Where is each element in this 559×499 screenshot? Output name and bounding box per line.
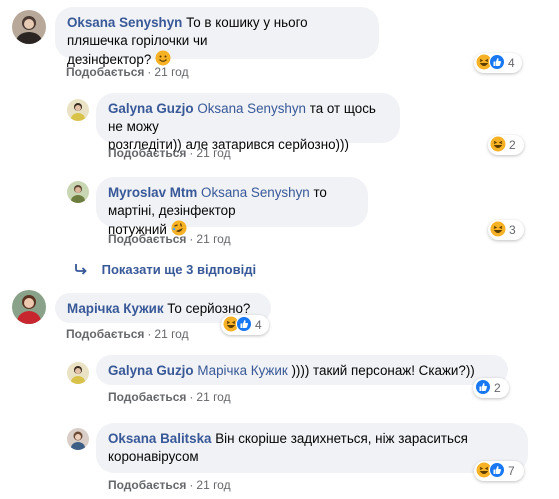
- haha-icon: [490, 221, 506, 240]
- reactions-badge[interactable]: 4: [474, 53, 522, 73]
- comment-text: )))) такий персонаж! Скажи?)): [291, 363, 475, 378]
- like-link[interactable]: Подобається: [108, 146, 186, 160]
- timestamp[interactable]: 21 год: [196, 146, 230, 160]
- reactions-badge[interactable]: 4: [221, 315, 269, 335]
- avatar[interactable]: [12, 10, 46, 44]
- comment-bubble: Galyna Guzjo Oksana Senyshyn та от щось …: [96, 93, 400, 152]
- comment-meta: Подобається · 21 год: [108, 146, 231, 160]
- comment-author[interactable]: Oksana Balitska: [108, 431, 211, 446]
- reaction-count: 2: [494, 381, 501, 395]
- reaction-count: 3: [509, 223, 516, 237]
- reaction-count: 7: [508, 464, 515, 478]
- avatar[interactable]: [67, 428, 89, 450]
- separator: ·: [189, 478, 194, 492]
- reactions-badge[interactable]: 2: [488, 135, 524, 155]
- comment-meta: Подобається · 21 год: [108, 478, 231, 492]
- avatar[interactable]: [67, 99, 89, 121]
- comment-text: Він скоріше задихнеться, ніж зараситься: [215, 431, 468, 446]
- reactions-badge[interactable]: 3: [488, 220, 524, 240]
- comment-text: То серйозно?: [167, 301, 251, 316]
- like-link[interactable]: Подобається: [66, 327, 144, 341]
- show-more-replies-link[interactable]: Показати ще 3 відповіді: [74, 262, 256, 277]
- timestamp[interactable]: 21 год: [196, 232, 230, 246]
- like-link[interactable]: Подобається: [66, 65, 144, 79]
- reaction-count: 4: [508, 56, 515, 70]
- separator: ·: [189, 390, 194, 404]
- reaction-count: 4: [255, 318, 262, 332]
- reactions-badge[interactable]: 7: [474, 461, 524, 481]
- comment-bubble: Oksana Senyshyn То в кошику у нього пляш…: [55, 7, 379, 67]
- mention-link[interactable]: Марічка Кужик: [197, 363, 287, 378]
- comment-author[interactable]: Galyna Guzjo: [108, 101, 194, 116]
- avatar[interactable]: [12, 290, 46, 324]
- comment-meta: Подобається · 21 год: [66, 327, 189, 341]
- haha-icon: [490, 136, 506, 155]
- comment-author[interactable]: Galyna Guzjo: [108, 363, 194, 378]
- comment-meta: Подобається · 21 год: [108, 390, 231, 404]
- comment-meta: Подобається · 21 год: [108, 232, 231, 246]
- mention-link[interactable]: Oksana Senyshyn: [201, 185, 310, 200]
- comment-text: коронавірусом: [108, 449, 199, 464]
- timestamp[interactable]: 21 год: [154, 65, 188, 79]
- timestamp[interactable]: 21 год: [196, 390, 230, 404]
- separator: ·: [189, 232, 194, 246]
- avatar[interactable]: [67, 362, 89, 384]
- comment-bubble: Galyna Guzjo Марічка Кужик )))) такий пе…: [96, 355, 508, 385]
- separator: ·: [147, 65, 152, 79]
- timestamp[interactable]: 21 год: [196, 478, 230, 492]
- comment-author[interactable]: Oksana Senyshyn: [67, 15, 182, 30]
- reply-arrow-icon: [74, 262, 92, 277]
- comment-bubble: Myroslav Mtm Oksana Senyshyn то мартіні,…: [96, 177, 368, 237]
- like-link[interactable]: Подобається: [108, 232, 186, 246]
- separator: ·: [147, 327, 152, 341]
- like-icon: [489, 461, 505, 481]
- avatar[interactable]: [67, 181, 89, 203]
- like-link[interactable]: Подобається: [108, 390, 186, 404]
- comment-meta: Подобається · 21 год: [66, 65, 189, 79]
- like-icon: [475, 378, 491, 398]
- like-link[interactable]: Подобається: [108, 478, 186, 492]
- comment-author[interactable]: Марічка Кужик: [67, 301, 164, 316]
- comment-author[interactable]: Myroslav Mtm: [108, 185, 197, 200]
- reaction-count: 2: [509, 138, 516, 152]
- mention-link[interactable]: Oksana Senyshyn: [197, 101, 306, 116]
- like-icon: [489, 53, 505, 73]
- like-icon: [236, 315, 252, 335]
- comment-bubble: Oksana Balitska Він скоріше задихнеться,…: [96, 423, 528, 473]
- timestamp[interactable]: 21 год: [154, 327, 188, 341]
- show-more-label: Показати ще 3 відповіді: [101, 262, 257, 277]
- separator: ·: [189, 146, 194, 160]
- reactions-badge[interactable]: 2: [473, 378, 509, 398]
